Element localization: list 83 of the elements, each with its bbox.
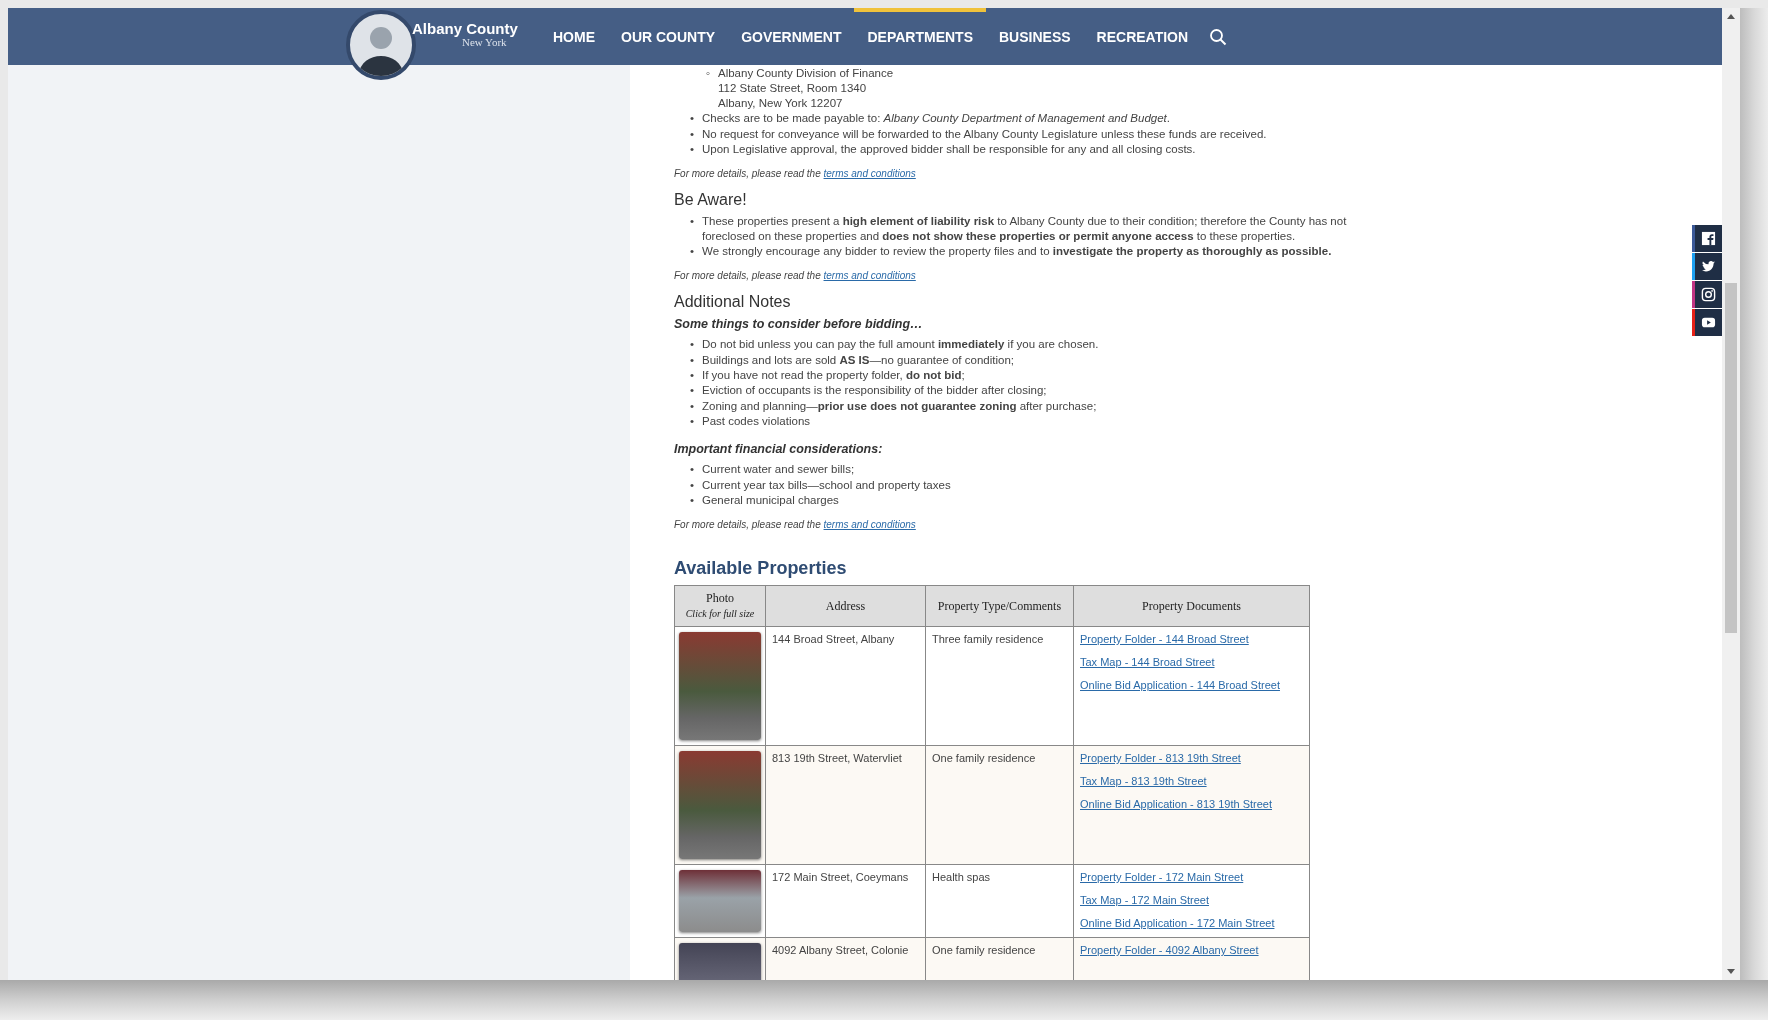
bullet: • bbox=[690, 214, 696, 230]
photo-placeholder[interactable] bbox=[679, 870, 761, 933]
table-cell: 172 Main Street, Coeymans bbox=[765, 864, 926, 938]
bullet: • bbox=[690, 462, 696, 478]
list-item: Current water and sewer bills; bbox=[702, 462, 856, 478]
table-cell: Three family residence bbox=[925, 626, 1074, 746]
nav-link[interactable]: RECREATION bbox=[1083, 8, 1202, 65]
column-header: Property Documents bbox=[1073, 585, 1310, 627]
bullet: • bbox=[690, 337, 696, 353]
section-heading: Be Aware! bbox=[674, 190, 748, 211]
table-cell: One family residence bbox=[925, 745, 1074, 865]
subheading: Important financial considerations: bbox=[674, 441, 884, 458]
site-subtitle: New York bbox=[462, 36, 507, 48]
bullet: • bbox=[690, 413, 696, 429]
details-note: For more details, please read the terms and conditions bbox=[674, 269, 917, 283]
list-item: If you have not read the property folder, do not bid; bbox=[702, 368, 966, 384]
list-item: We strongly encourage any bidder to review the property files and to investigate the property as thoroughly as possible. bbox=[702, 244, 1333, 260]
bullet: • bbox=[690, 492, 696, 508]
nav-link[interactable]: HOME bbox=[540, 8, 608, 65]
list-item: No request for conveyance will be forwarded to the Albany County Legislature unless these funds are received. bbox=[702, 126, 1268, 142]
bullet: • bbox=[690, 368, 696, 384]
search-icon[interactable] bbox=[1209, 27, 1228, 46]
column-header: Photo Click for full size bbox=[674, 585, 766, 627]
bullet: • bbox=[690, 383, 696, 399]
scrollbar[interactable] bbox=[1722, 8, 1740, 980]
bullet: • bbox=[690, 244, 696, 260]
document-link[interactable]: Online Bid Application - 172 Main Street bbox=[1080, 917, 1303, 931]
nav-link[interactable]: OUR COUNTY bbox=[608, 8, 729, 65]
table-cell: 4092 Albany Street, Colonie bbox=[765, 937, 926, 980]
facebook-icon bbox=[1701, 231, 1716, 246]
list-item: Past codes violations bbox=[702, 413, 812, 429]
list-item: Checks are to be made payable to: Albany County Department of Management and Budget. bbox=[702, 111, 1171, 127]
nav-link[interactable]: BUSINESS bbox=[986, 8, 1084, 65]
bullet: • bbox=[690, 398, 696, 414]
social-button[interactable] bbox=[1692, 225, 1722, 252]
nav-link[interactable]: GOVERNMENT bbox=[728, 8, 855, 65]
section-heading: Additional Notes bbox=[674, 292, 792, 313]
document-link[interactable]: Property Folder - 172 Main Street bbox=[1080, 871, 1303, 885]
list-item: Do not bid unless you can pay the full amount immediately if you are chosen. bbox=[702, 337, 1100, 353]
address-line: Albany, New York 12207 bbox=[718, 96, 844, 112]
nav-link[interactable]: DEPARTMENTS bbox=[854, 8, 986, 65]
bullet: • bbox=[690, 352, 696, 368]
document-link[interactable]: Tax Map - 813 19th Street bbox=[1080, 775, 1303, 789]
details-note: For more details, please read the terms and conditions bbox=[674, 167, 917, 181]
column-header: Address bbox=[765, 585, 926, 627]
column-header: Property Type/Comments bbox=[925, 585, 1074, 627]
document-link[interactable]: Property Folder - 813 19th Street bbox=[1080, 752, 1303, 766]
site-title[interactable]: Albany County bbox=[412, 20, 518, 37]
document-link[interactable]: Online Bid Application - 813 19th Street bbox=[1080, 798, 1303, 812]
social-button[interactable] bbox=[1692, 281, 1722, 308]
list-item: Eviction of occupants is the responsibility of the bidder after closing; bbox=[702, 383, 1048, 399]
list-item: Upon Legislative approval, the approved bidder shall be responsible for any and all closing costs. bbox=[702, 141, 1197, 157]
address-line: Albany County Division of Finance bbox=[718, 66, 895, 81]
list-item: Zoning and planning—prior use does not guarantee zoning after purchase; bbox=[702, 398, 1098, 414]
terms-link[interactable]: terms and conditions bbox=[823, 270, 916, 282]
list-item: General municipal charges bbox=[702, 492, 840, 508]
bullet: ◦ bbox=[706, 66, 712, 81]
bullet: • bbox=[690, 477, 696, 493]
table-cell: One family residence bbox=[925, 937, 1074, 980]
table-cell: 144 Broad Street, Albany bbox=[765, 626, 926, 746]
table-cell: 813 19th Street, Watervliet bbox=[765, 745, 926, 865]
table-cell: Health spas bbox=[925, 864, 1074, 938]
social-button[interactable] bbox=[1692, 253, 1722, 280]
address-line: 112 State Street, Room 1340 bbox=[718, 81, 868, 97]
subheading: Some things to consider before bidding… bbox=[674, 316, 924, 333]
play-icon bbox=[1701, 315, 1716, 330]
list-item: These properties present a high element of liability risk to Albany County due to their condition; therefore the County has not foreclosed on these properties and does not show these properties or permit anyone access to these properties. bbox=[702, 214, 1348, 245]
social-button[interactable] bbox=[1692, 309, 1722, 336]
list-item: Current year tax bills—school and property taxes bbox=[702, 477, 952, 493]
bullet: • bbox=[690, 111, 696, 127]
bullet: • bbox=[690, 126, 696, 142]
terms-link[interactable]: terms and conditions bbox=[823, 519, 916, 531]
section-heading: Available Properties bbox=[674, 557, 848, 580]
details-note: For more details, please read the terms and conditions bbox=[674, 518, 917, 532]
document-link[interactable]: Online Bid Application - 144 Broad Street bbox=[1080, 679, 1303, 693]
document-link[interactable]: Property Folder - 144 Broad Street bbox=[1080, 633, 1303, 647]
list-item: Buildings and lots are sold AS IS—no guarantee of condition; bbox=[702, 352, 1015, 368]
document-link[interactable]: Tax Map - 172 Main Street bbox=[1080, 894, 1303, 908]
document-link[interactable]: Tax Map - 144 Broad Street bbox=[1080, 656, 1303, 670]
bullet: • bbox=[690, 141, 696, 157]
bird-icon bbox=[1701, 259, 1716, 274]
camera-icon bbox=[1701, 287, 1716, 302]
terms-link[interactable]: terms and conditions bbox=[823, 168, 916, 180]
